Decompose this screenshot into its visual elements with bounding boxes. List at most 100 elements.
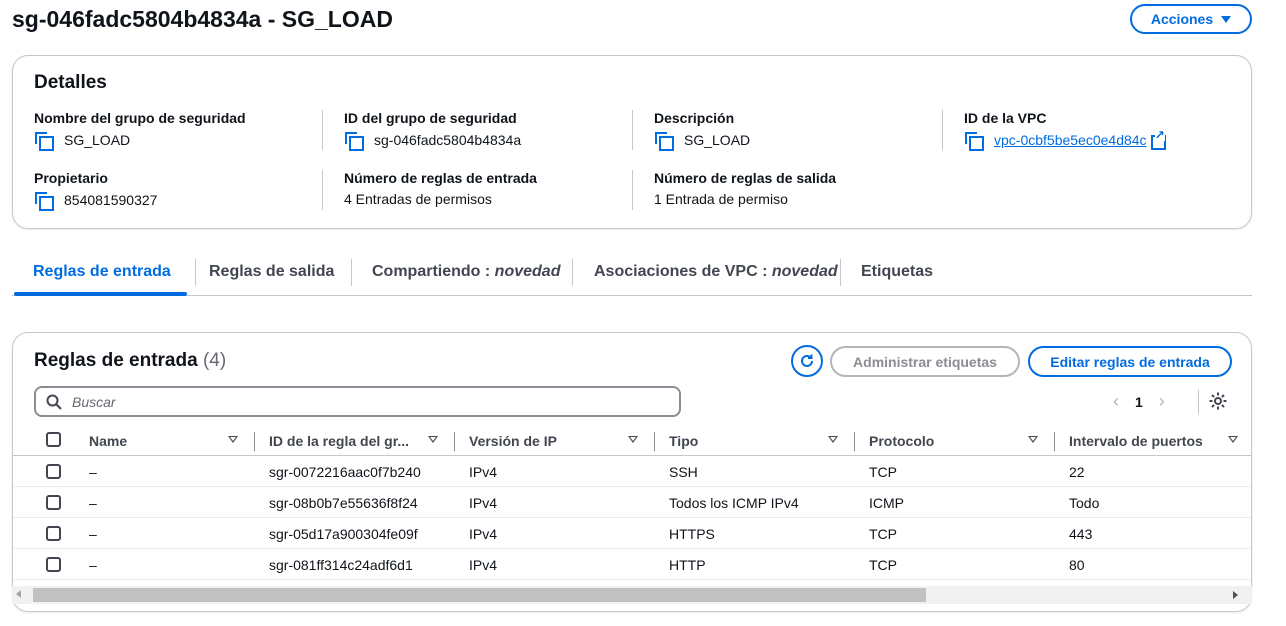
vpc-link[interactable]: vpc-0cbf5be5ec0e4d84c	[994, 132, 1147, 148]
cell-ip-version: IPv4	[469, 557, 498, 573]
field-value: SG_LOAD	[684, 132, 751, 148]
field-value: 4 Entradas de permisos	[344, 191, 492, 207]
copy-icon[interactable]	[344, 131, 364, 151]
field-value: 854081590327	[64, 192, 158, 208]
copy-icon[interactable]	[654, 131, 674, 151]
active-tab-indicator	[14, 292, 187, 296]
table-header: Name ID de la regla del gr... Versión de…	[13, 427, 1251, 456]
tab-divider	[351, 259, 352, 286]
next-page-icon[interactable]: ›	[1159, 391, 1165, 412]
edit-inbound-rules-button[interactable]: Editar reglas de entrada	[1028, 346, 1232, 377]
rules-heading: Reglas de entrada (4)	[34, 350, 227, 371]
table-row[interactable]: – sgr-08b0b7e55636f8f24 IPv4 Todos los I…	[13, 487, 1251, 518]
scrollbar-thumb[interactable]	[33, 588, 926, 602]
row-checkbox[interactable]	[46, 526, 61, 541]
table-row[interactable]: – sgr-0072216aac0f7b240 IPv4 SSH TCP 22	[13, 456, 1251, 487]
tab-divider	[195, 259, 196, 286]
gear-icon[interactable]	[1208, 391, 1228, 411]
sort-icon[interactable]	[228, 436, 238, 443]
cell-type: HTTPS	[669, 526, 715, 542]
field-value: SG_LOAD	[64, 132, 131, 148]
tab-bar: Reglas de entrada Reglas de salida Compa…	[12, 255, 1252, 296]
copy-icon[interactable]	[34, 131, 54, 151]
previous-page-icon[interactable]: ‹	[1113, 391, 1119, 412]
field-sg-id: ID del grupo de seguridad sg-046fadc5804…	[344, 110, 521, 151]
cell-protocol: TCP	[869, 557, 897, 573]
tab-divider	[840, 259, 841, 286]
actions-label: Acciones	[1150, 11, 1214, 27]
table-row[interactable]: – sgr-081ff314c24adf6d1 IPv4 HTTP TCP 80	[13, 549, 1251, 580]
cell-protocol: TCP	[869, 526, 897, 542]
row-checkbox[interactable]	[46, 557, 61, 572]
field-sg-name: Nombre del grupo de seguridad SG_LOAD	[34, 110, 246, 151]
pager-divider	[1198, 390, 1199, 414]
field-value: 1 Entrada de permiso	[654, 191, 788, 207]
scroll-right-icon[interactable]	[1233, 591, 1238, 599]
column-resizer[interactable]	[254, 432, 255, 451]
search-input[interactable]	[72, 393, 652, 410]
column-header-rule-id[interactable]: ID de la regla del gr...	[269, 433, 409, 449]
cell-protocol: TCP	[869, 464, 897, 480]
cell-name: –	[89, 495, 97, 511]
field-inbound-count: Número de reglas de entrada 4 Entradas d…	[344, 170, 537, 207]
cell-rule-id: sgr-08b0b7e55636f8f24	[269, 495, 418, 511]
column-header-protocol[interactable]: Protocolo	[869, 433, 934, 449]
column-resizer[interactable]	[1054, 432, 1055, 451]
cell-name: –	[89, 526, 97, 542]
column-divider	[942, 110, 943, 150]
column-resizer[interactable]	[454, 432, 455, 451]
cell-rule-id: sgr-081ff314c24adf6d1	[269, 557, 413, 573]
horizontal-scrollbar[interactable]	[12, 586, 1252, 604]
refresh-icon	[801, 354, 813, 367]
column-header-name[interactable]: Name	[89, 433, 127, 449]
tab-divider	[572, 259, 573, 286]
cell-ip-version: IPv4	[469, 495, 498, 511]
table-row[interactable]: – sgr-05d17a900304fe09f IPv4 HTTPS TCP 4…	[13, 518, 1251, 549]
cell-protocol: ICMP	[869, 495, 904, 511]
field-description: Descripción SG_LOAD	[654, 110, 751, 151]
column-header-port-range[interactable]: Intervalo de puertos	[1069, 433, 1203, 449]
cell-port-range: 22	[1069, 464, 1085, 480]
sort-icon[interactable]	[828, 436, 838, 443]
row-checkbox[interactable]	[46, 464, 61, 479]
page-number[interactable]: 1	[1135, 394, 1143, 410]
cell-port-range: Todo	[1069, 495, 1100, 511]
cell-name: –	[89, 557, 97, 573]
cell-type: Todos los ICMP IPv4	[669, 495, 799, 511]
copy-icon[interactable]	[964, 131, 984, 151]
actions-button[interactable]: Acciones	[1130, 4, 1252, 34]
field-outbound-count: Número de reglas de salida 1 Entrada de …	[654, 170, 836, 207]
tab-outbound-rules[interactable]: Reglas de salida	[209, 255, 334, 295]
scroll-left-icon[interactable]	[16, 590, 21, 598]
refresh-button[interactable]	[791, 345, 823, 377]
tab-sharing[interactable]: Compartiendo : novedad	[372, 255, 560, 295]
cell-ip-version: IPv4	[469, 526, 498, 542]
inbound-rules-panel: Reglas de entrada (4) Administrar etique…	[12, 332, 1252, 612]
column-header-ip-version[interactable]: Versión de IP	[469, 433, 557, 449]
column-header-type[interactable]: Tipo	[669, 433, 698, 449]
column-resizer[interactable]	[654, 432, 655, 451]
column-resizer[interactable]	[854, 432, 855, 451]
tab-inbound-rules[interactable]: Reglas de entrada	[33, 255, 171, 295]
field-label: Nombre del grupo de seguridad	[34, 110, 246, 126]
select-all-checkbox[interactable]	[46, 432, 61, 447]
cell-port-range: 80	[1069, 557, 1085, 573]
cell-name: –	[89, 464, 97, 480]
sort-icon[interactable]	[1228, 436, 1238, 443]
sort-icon[interactable]	[628, 436, 638, 443]
column-divider	[322, 110, 323, 150]
manage-tags-button: Administrar etiquetas	[830, 346, 1020, 377]
tab-vpc-associations[interactable]: Asociaciones de VPC : novedad	[594, 255, 838, 295]
row-checkbox[interactable]	[46, 495, 61, 510]
page-title: sg-046fadc5804b4834a - SG_LOAD	[12, 6, 393, 32]
field-label: ID del grupo de seguridad	[344, 110, 517, 126]
column-divider	[322, 170, 323, 210]
tab-tags[interactable]: Etiquetas	[861, 255, 933, 295]
search-box[interactable]	[34, 386, 681, 417]
rules-count: (4)	[202, 350, 227, 371]
cell-ip-version: IPv4	[469, 464, 498, 480]
sort-icon[interactable]	[1028, 436, 1038, 443]
sort-icon[interactable]	[428, 436, 438, 443]
copy-icon[interactable]	[34, 191, 54, 211]
field-label: Propietario	[34, 170, 108, 186]
